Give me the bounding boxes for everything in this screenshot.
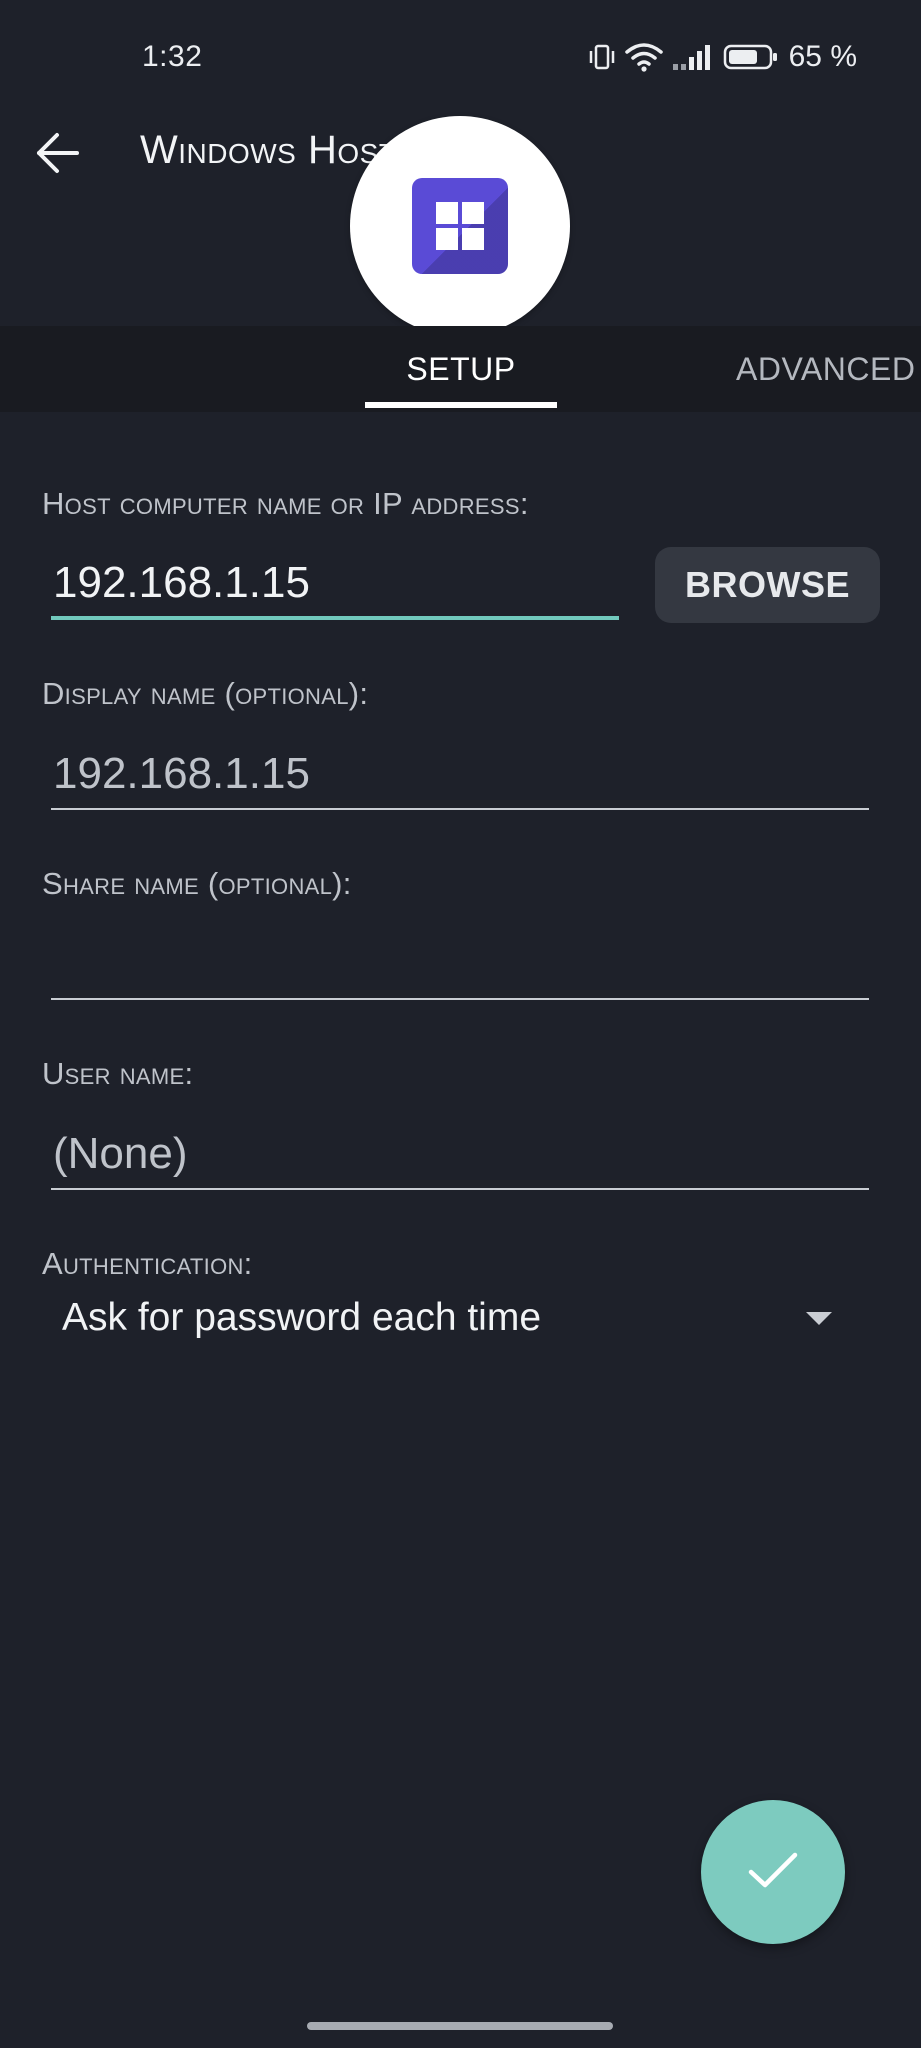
add-smb-host-screen: 1:32 65 % Windows Host (SMB) SETUP ADVAN… [0,0,921,2048]
tab-advanced-label: ADVANCED [736,350,916,387]
status-bar: 1:32 65 % [0,0,921,116]
tab-bar: SETUP ADVANCED [0,326,921,412]
app-bar: Windows Host (SMB) [0,116,921,336]
tab-setup[interactable]: SETUP [365,326,557,412]
host-label: Host computer name or IP address: [42,486,529,521]
share-name-input[interactable] [51,930,869,1000]
user-name-input[interactable]: (None) [51,1120,869,1190]
tab-advanced[interactable]: ADVANCED [736,326,921,412]
authentication-value: Ask for password each time [62,1296,542,1339]
host-type-logo [350,116,570,336]
check-icon [747,1850,799,1895]
authentication-label: Authentication: [42,1246,253,1281]
status-icons: 65 % [589,40,857,74]
host-input[interactable]: 192.168.1.15 [51,550,619,620]
display-name-label: Display name (optional): [42,676,369,711]
back-button[interactable] [26,124,88,186]
user-name-label: User name: [42,1056,194,1091]
display-name-input[interactable]: 192.168.1.15 [51,740,869,810]
tab-selected-indicator [365,402,557,408]
wifi-icon [624,42,663,72]
save-button[interactable] [701,1800,845,1944]
gesture-bar[interactable] [307,2022,613,2030]
status-time: 1:32 [142,40,203,73]
share-name-label: Share name (optional): [42,866,352,901]
arrow-back-icon [33,131,81,180]
tab-setup-label: SETUP [406,350,516,387]
windows-logo-icon [412,178,508,274]
browse-button[interactable]: BROWSE [655,547,880,623]
signal-icon [672,43,713,71]
authentication-dropdown[interactable]: Ask for password each time [52,1282,842,1354]
battery-percent: 65 % [788,40,857,73]
dropdown-arrow-icon [806,1311,832,1325]
battery-icon [723,43,779,71]
vibrate-icon [589,42,615,72]
